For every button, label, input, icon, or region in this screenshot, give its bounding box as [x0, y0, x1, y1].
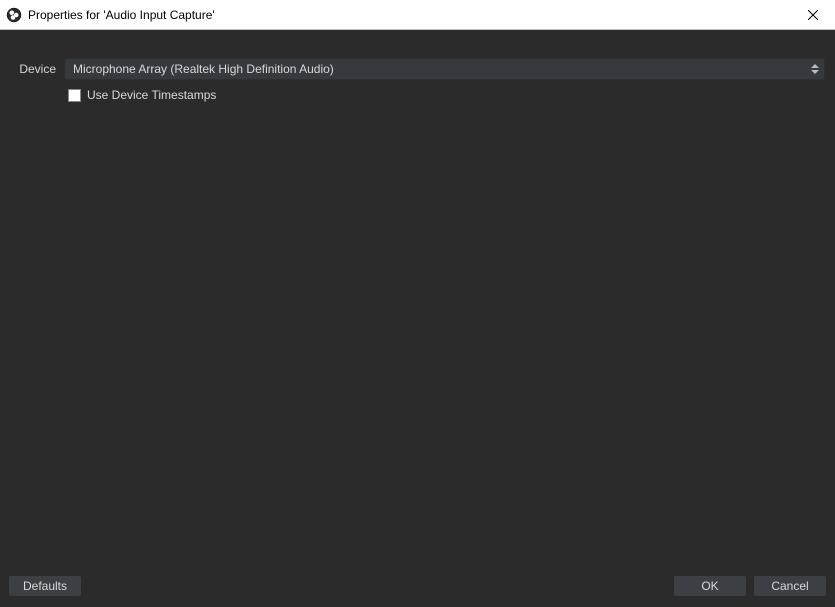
- close-icon: [808, 10, 818, 20]
- cancel-button[interactable]: Cancel: [753, 575, 827, 597]
- use-timestamps-row: Use Device Timestamps: [68, 88, 825, 102]
- defaults-button[interactable]: Defaults: [8, 575, 82, 597]
- dialog-content: Device Microphone Array (Realtek High De…: [0, 30, 835, 607]
- titlebar: Properties for 'Audio Input Capture': [0, 0, 835, 30]
- button-bar: Defaults OK Cancel: [0, 571, 835, 607]
- select-spinner-icon[interactable]: [807, 59, 823, 79]
- device-label: Device: [10, 62, 56, 76]
- use-timestamps-checkbox[interactable]: [68, 89, 81, 102]
- use-timestamps-label[interactable]: Use Device Timestamps: [87, 88, 216, 102]
- device-select-wrap: Microphone Array (Realtek High Definitio…: [64, 58, 825, 80]
- app-icon: [6, 7, 22, 23]
- form-area: Device Microphone Array (Realtek High De…: [0, 30, 835, 571]
- window-title: Properties for 'Audio Input Capture': [28, 8, 790, 22]
- ok-button[interactable]: OK: [673, 575, 747, 597]
- close-button[interactable]: [790, 0, 835, 30]
- device-row: Device Microphone Array (Realtek High De…: [10, 58, 825, 80]
- device-select-value: Microphone Array (Realtek High Definitio…: [73, 62, 334, 76]
- device-select[interactable]: Microphone Array (Realtek High Definitio…: [64, 58, 825, 80]
